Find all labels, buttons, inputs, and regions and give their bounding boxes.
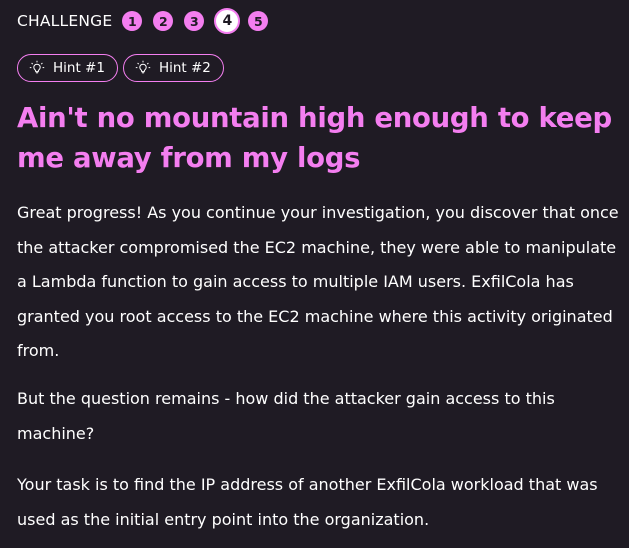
hint-2-button[interactable]: Hint #2 [122, 54, 224, 82]
challenge-step-4-current[interactable]: 4 [214, 8, 241, 34]
lightbulb-icon [135, 60, 151, 76]
challenge-step-3[interactable]: 3 [184, 11, 205, 31]
description-paragraph-3: Your task is to find the IP address of a… [17, 475, 598, 529]
challenge-step-1[interactable]: 1 [122, 11, 143, 31]
description-paragraph-1: Great progress! As you continue your inv… [17, 203, 619, 360]
hint-buttons: Hint #1 Hint #2 [17, 54, 229, 82]
hint-2-label: Hint #2 [158, 60, 211, 76]
challenge-label: CHALLENGE [17, 12, 113, 30]
hint-1-button[interactable]: Hint #1 [17, 54, 118, 82]
challenge-progress: CHALLENGE 1 2 3 4 5 [17, 8, 279, 34]
challenge-step-2[interactable]: 2 [153, 11, 174, 31]
description-paragraph-2: But the question remains - how did the a… [17, 389, 555, 443]
challenge-title: Ain't no mountain high enough to keep me… [17, 102, 612, 174]
hint-1-label: Hint #1 [53, 60, 105, 76]
challenge-page: CHALLENGE 1 2 3 4 5 Hint #1 Hint #2 Ain'… [0, 0, 629, 548]
challenge-step-5[interactable]: 5 [248, 11, 269, 31]
lightbulb-icon [29, 60, 45, 76]
